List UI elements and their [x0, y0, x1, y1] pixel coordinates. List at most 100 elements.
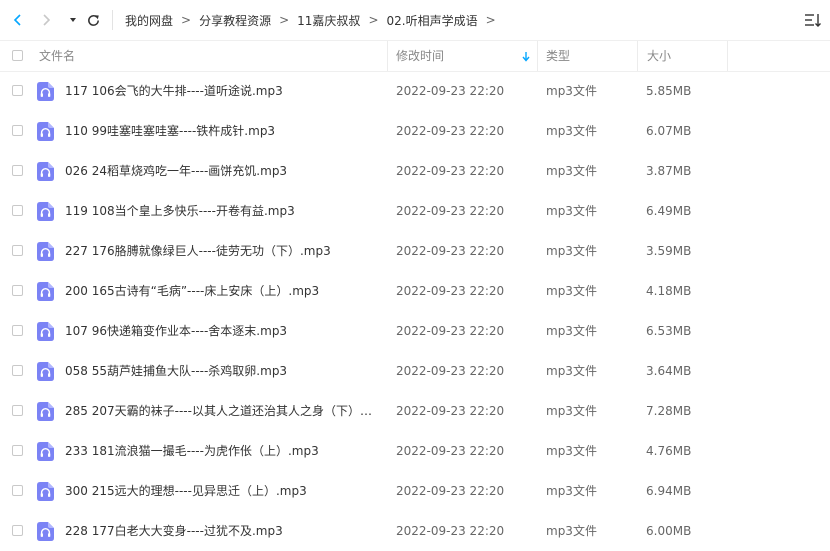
file-type: mp3文件	[546, 524, 597, 538]
file-row[interactable]: 107 96快递箱变作业本----舍本逐末.mp3 2022-09-23 22:…	[0, 311, 830, 351]
column-divider[interactable]	[537, 41, 538, 71]
file-name[interactable]: 107 96快递箱变作业本----舍本逐末.mp3	[65, 311, 375, 351]
audio-file-icon	[37, 242, 54, 261]
file-row[interactable]: 233 181流浪猫一撮毛----为虎作伥（上）.mp3 2022-09-23 …	[0, 431, 830, 471]
file-type: mp3文件	[546, 244, 597, 258]
breadcrumb-item-current[interactable]: 02.听相声学成语	[387, 12, 478, 29]
row-checkbox[interactable]	[12, 525, 23, 536]
file-size: 4.76MB	[646, 444, 692, 458]
sort-order-button[interactable]	[804, 11, 822, 29]
row-checkbox[interactable]	[12, 405, 23, 416]
file-name[interactable]: 233 181流浪猫一撮毛----为虎作伥（上）.mp3	[65, 431, 375, 471]
file-name[interactable]: 117 106会飞的大牛排----道听途说.mp3	[65, 71, 375, 111]
breadcrumb-item[interactable]: 我的网盘	[125, 12, 173, 29]
audio-file-icon	[37, 162, 54, 181]
arrow-down-icon	[522, 52, 530, 62]
caret-down-icon	[70, 18, 76, 22]
file-size: 6.49MB	[646, 204, 692, 218]
column-divider[interactable]	[727, 41, 728, 71]
breadcrumb-item[interactable]: 11嘉庆叔叔	[297, 12, 360, 29]
file-type: mp3文件	[546, 124, 597, 138]
file-name[interactable]: 200 165古诗有“毛病”----床上安床（上）.mp3	[65, 271, 375, 311]
file-row[interactable]: 110 99哇塞哇塞哇塞----铁杵成针.mp3 2022-09-23 22:2…	[0, 111, 830, 151]
file-row[interactable]: 285 207天霸的袜子----以其人之道还治其人之身（下）.... 2022-…	[0, 391, 830, 431]
breadcrumb-separator: >	[485, 13, 496, 27]
file-row[interactable]: 227 176胳膊就像绿巨人----徒劳无功（下）.mp3 2022-09-23…	[0, 231, 830, 271]
audio-file-icon	[37, 402, 54, 421]
file-type: mp3文件	[546, 404, 597, 418]
file-row[interactable]: 117 106会飞的大牛排----道听途说.mp3 2022-09-23 22:…	[0, 71, 830, 111]
audio-file-icon	[37, 122, 54, 141]
row-checkbox[interactable]	[12, 245, 23, 256]
file-row[interactable]: 228 177白老大大变身----过犹不及.mp3 2022-09-23 22:…	[0, 511, 830, 551]
file-row[interactable]: 300 215远大的理想----见异思迁（上）.mp3 2022-09-23 2…	[0, 471, 830, 511]
audio-file-icon	[37, 362, 54, 381]
file-row[interactable]: 058 55葫芦娃捕鱼大队----杀鸡取卵.mp3 2022-09-23 22:…	[0, 351, 830, 391]
file-type: mp3文件	[546, 324, 597, 338]
file-modified-time: 2022-09-23 22:20	[396, 164, 505, 178]
file-size: 5.85MB	[646, 84, 692, 98]
file-name[interactable]: 228 177白老大大变身----过犹不及.mp3	[65, 511, 375, 551]
file-name[interactable]: 227 176胳膊就像绿巨人----徒劳无功（下）.mp3	[65, 231, 375, 271]
file-modified-time: 2022-09-23 22:20	[396, 324, 505, 338]
select-all-checkbox[interactable]	[12, 50, 23, 61]
chevron-right-icon	[43, 14, 51, 26]
toolbar: 我的网盘 > 分享教程资源 > 11嘉庆叔叔 > 02.听相声学成语 >	[0, 0, 830, 40]
row-checkbox[interactable]	[12, 445, 23, 456]
breadcrumb-separator: >	[279, 13, 290, 27]
column-header-name[interactable]: 文件名	[39, 41, 75, 71]
row-checkbox[interactable]	[12, 165, 23, 176]
file-modified-time: 2022-09-23 22:20	[396, 84, 505, 98]
breadcrumb-item[interactable]: 分享教程资源	[199, 12, 271, 29]
audio-file-icon	[37, 202, 54, 221]
row-checkbox[interactable]	[12, 125, 23, 136]
column-divider[interactable]	[637, 41, 638, 71]
audio-file-icon	[37, 82, 54, 101]
file-size: 4.18MB	[646, 284, 692, 298]
file-name[interactable]: 119 108当个皇上多快乐----开卷有益.mp3	[65, 191, 375, 231]
row-checkbox[interactable]	[12, 85, 23, 96]
file-type: mp3文件	[546, 204, 597, 218]
refresh-icon	[87, 14, 99, 26]
file-modified-time: 2022-09-23 22:20	[396, 444, 505, 458]
file-modified-time: 2022-09-23 22:20	[396, 284, 505, 298]
breadcrumb-separator: >	[181, 13, 192, 27]
file-modified-time: 2022-09-23 22:20	[396, 244, 505, 258]
chevron-left-icon	[13, 14, 21, 26]
file-type: mp3文件	[546, 84, 597, 98]
file-modified-time: 2022-09-23 22:20	[396, 204, 505, 218]
file-size: 3.59MB	[646, 244, 692, 258]
forward-button[interactable]	[34, 8, 58, 32]
column-header-modified[interactable]: 修改时间	[396, 41, 444, 71]
column-header-size[interactable]: 大小	[647, 41, 671, 71]
file-list: 117 106会飞的大牛排----道听途说.mp3 2022-09-23 22:…	[0, 71, 830, 551]
file-name[interactable]: 026 24稻草烧鸡吃一年----画饼充饥.mp3	[65, 151, 375, 191]
row-checkbox[interactable]	[12, 485, 23, 496]
back-button[interactable]	[6, 8, 30, 32]
audio-file-icon	[37, 522, 54, 541]
file-list-header: 文件名 修改时间 类型 大小	[0, 40, 830, 72]
row-checkbox[interactable]	[12, 205, 23, 216]
audio-file-icon	[37, 442, 54, 461]
file-type: mp3文件	[546, 484, 597, 498]
row-checkbox[interactable]	[12, 285, 23, 296]
row-checkbox[interactable]	[12, 325, 23, 336]
refresh-button[interactable]	[81, 8, 105, 32]
column-header-type[interactable]: 类型	[546, 41, 570, 71]
file-row[interactable]: 200 165古诗有“毛病”----床上安床（上）.mp3 2022-09-23…	[0, 271, 830, 311]
file-row[interactable]: 026 24稻草烧鸡吃一年----画饼充饥.mp3 2022-09-23 22:…	[0, 151, 830, 191]
sort-order-icon	[805, 14, 821, 27]
file-name[interactable]: 110 99哇塞哇塞哇塞----铁杵成针.mp3	[65, 111, 375, 151]
file-name[interactable]: 285 207天霸的袜子----以其人之道还治其人之身（下）....	[65, 391, 375, 431]
row-checkbox[interactable]	[12, 365, 23, 376]
audio-file-icon	[37, 482, 54, 501]
file-modified-time: 2022-09-23 22:20	[396, 364, 505, 378]
file-modified-time: 2022-09-23 22:20	[396, 524, 505, 538]
file-name[interactable]: 058 55葫芦娃捕鱼大队----杀鸡取卵.mp3	[65, 351, 375, 391]
file-row[interactable]: 119 108当个皇上多快乐----开卷有益.mp3 2022-09-23 22…	[0, 191, 830, 231]
file-modified-time: 2022-09-23 22:20	[396, 404, 505, 418]
file-size: 6.07MB	[646, 124, 692, 138]
file-size: 3.64MB	[646, 364, 692, 378]
file-name[interactable]: 300 215远大的理想----见异思迁（上）.mp3	[65, 471, 375, 511]
column-divider[interactable]	[387, 41, 388, 71]
